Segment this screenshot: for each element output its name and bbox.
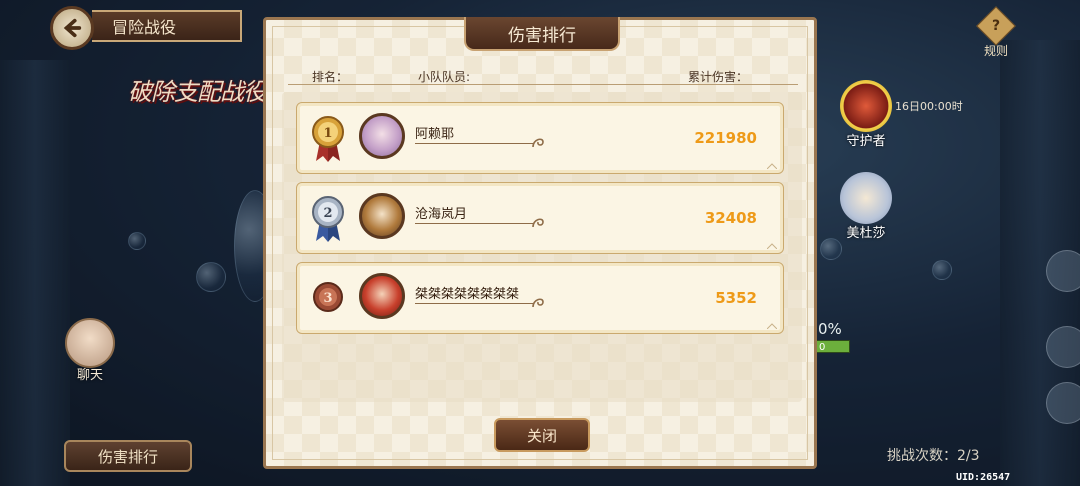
side-moon-icon[interactable] [1046,382,1080,424]
corner-ornament-icon [767,163,777,169]
boss-guardian[interactable]: 守护者 [826,80,906,149]
member-name: 阿赖耶 [415,127,455,142]
damage-rank-button[interactable]: 伤害排行 [64,440,192,472]
bronze-medal-icon: 3 [313,282,343,312]
back-button[interactable] [50,6,94,50]
ranking-list: 1 阿赖耶 221980 2 沧海岚月 32408 3 桀桀桀桀桀桀桀桀 535… [282,92,802,402]
header-rank: 排名： [312,70,349,84]
chat-button[interactable]: 聊天 [62,318,118,383]
member-damage: 32408 [704,209,757,227]
member-avatar [359,273,405,319]
corner-ornament-icon [767,323,777,329]
rules-button[interactable]: ? 规则 [976,6,1016,59]
back-arrow-icon [63,18,82,38]
damage-ranking-dialog: 伤害排行 排名： 小队队员: 累计伤害： 1 阿赖耶 221980 2 沧海岚月… [263,17,817,469]
guardian-portrait-icon [840,80,892,132]
close-button[interactable]: 关闭 [494,418,590,452]
challenge-label: 挑战次数： [887,448,957,464]
silver-medal-icon: 2 [312,196,344,242]
progress-bar: 0 [816,340,850,353]
medusa-portrait-icon [840,172,892,224]
boss-name: 美杜莎 [846,226,886,241]
boss-medusa[interactable]: 美杜莎 [826,172,906,241]
ranking-row: 3 桀桀桀桀桀桀桀桀 5352 [296,262,784,334]
chat-avatar-icon [65,318,115,368]
side-bell-icon[interactable] [1046,326,1080,368]
swirl-ornament-icon [532,138,544,148]
challenge-count: 挑战次数：2/3 [887,445,980,465]
svg-text:3: 3 [323,291,332,306]
question-icon: ? [976,6,1016,46]
gold-medal-icon: 1 [312,116,344,162]
boss-name: 守护者 [846,134,886,149]
ranking-row: 1 阿赖耶 221980 [296,102,784,174]
member-damage: 5352 [715,289,757,307]
member-name: 沧海岚月 [415,207,468,222]
side-music-icon[interactable] [1046,250,1080,292]
event-logo: 破除支配战役 [128,78,267,106]
header-damage: 累计伤害： [688,70,749,84]
dialog-title: 伤害排行 [464,17,620,51]
svg-text:2: 2 [323,206,332,221]
progress-percent: 0% [818,320,842,338]
swirl-ornament-icon [532,298,544,308]
chat-label: 聊天 [76,368,103,383]
member-avatar [359,193,405,239]
challenge-value: 2/3 [957,448,980,464]
member-name: 桀桀桀桀桀桀桀桀 [415,287,520,302]
ranking-row: 2 沧海岚月 32408 [296,182,784,254]
user-id: UID:26547 [956,472,1011,483]
swirl-ornament-icon [532,218,544,228]
header-member: 小队队员: [418,70,471,84]
member-avatar [359,113,405,159]
member-damage: 221980 [694,129,757,147]
svg-text:1: 1 [323,126,332,141]
stage-title: 冒险战役 [92,10,242,42]
ranking-header: 排名： 小队队员: 累计伤害： [284,68,800,84]
corner-ornament-icon [767,243,777,249]
